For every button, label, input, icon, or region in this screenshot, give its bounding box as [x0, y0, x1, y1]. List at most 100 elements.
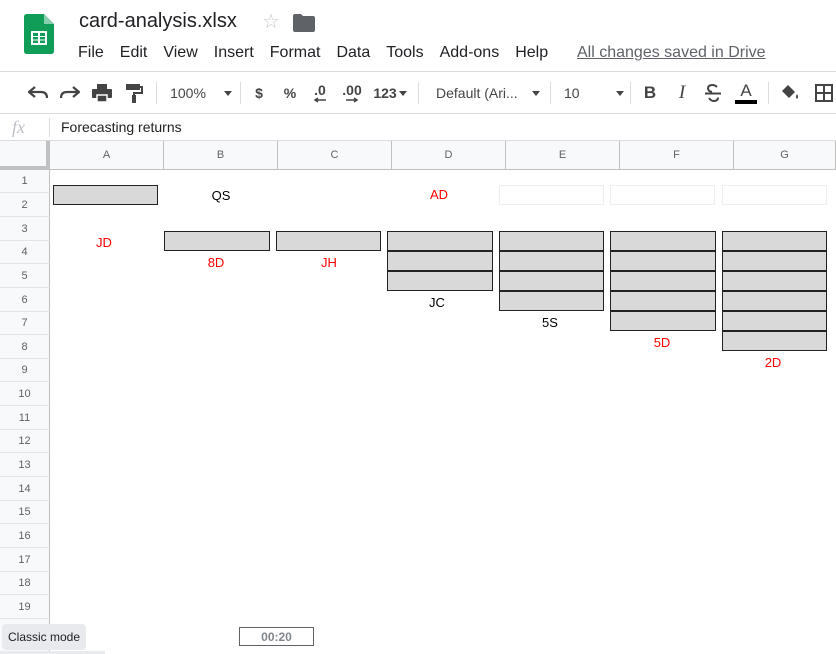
tableau-2-top-card[interactable]: 8D	[176, 255, 256, 270]
column-header-d[interactable]: D	[392, 141, 506, 170]
tableau-4-facedown-card[interactable]	[387, 231, 493, 251]
column-header-c[interactable]: C	[278, 141, 392, 170]
foundation-slot-4[interactable]	[722, 185, 827, 205]
row-header-19[interactable]: 19	[0, 595, 50, 619]
row-header-12[interactable]: 12	[0, 430, 50, 453]
tableau-5-facedown-card[interactable]	[499, 231, 604, 251]
tableau-7-top-card[interactable]: 2D	[733, 355, 813, 370]
tableau-7-facedown-card[interactable]	[722, 331, 827, 351]
foundation-slot-3[interactable]	[610, 185, 715, 205]
column-header-e[interactable]: E	[506, 141, 620, 170]
menu-data[interactable]: Data	[328, 42, 378, 64]
app-header: card-analysis.xlsx ☆ File Edit View Inse…	[0, 0, 836, 72]
row-header-5[interactable]: 5	[0, 264, 50, 288]
toolbar-separator	[768, 82, 769, 104]
sheets-logo-icon[interactable]	[24, 14, 54, 54]
undo-icon[interactable]	[26, 80, 50, 106]
row-header-6[interactable]: 6	[0, 288, 50, 312]
tableau-5-facedown-card[interactable]	[499, 251, 604, 271]
row-header-9[interactable]: 9	[0, 359, 50, 382]
tableau-7-facedown-card[interactable]	[722, 311, 827, 331]
bold-button[interactable]: B	[640, 80, 660, 106]
row-header-18[interactable]: 18	[0, 572, 50, 595]
menu-insert[interactable]: Insert	[206, 42, 262, 64]
row-header-1[interactable]: 1	[0, 170, 50, 193]
font-size-select[interactable]: 10	[560, 80, 624, 106]
currency-format-button[interactable]: $	[250, 80, 268, 106]
classic-mode-button[interactable]: Classic mode	[2, 624, 86, 650]
foundation-slot-2[interactable]	[499, 185, 604, 205]
row-header-2[interactable]: 2	[0, 193, 50, 217]
tableau-4-facedown-card[interactable]	[387, 271, 493, 291]
row-header-13[interactable]: 13	[0, 453, 50, 477]
text-color-button[interactable]: A	[734, 80, 758, 106]
tableau-7-facedown-card[interactable]	[722, 271, 827, 291]
foundation-card-1[interactable]: AD	[399, 187, 479, 202]
column-header-g[interactable]: G	[734, 141, 836, 170]
save-status-link[interactable]: All changes saved in Drive	[577, 43, 766, 63]
redo-icon[interactable]	[58, 80, 82, 106]
column-header-a[interactable]: A	[50, 141, 164, 170]
star-icon[interactable]: ☆	[262, 10, 280, 34]
arrow-right-icon	[346, 97, 359, 103]
menu-edit[interactable]: Edit	[112, 42, 156, 64]
more-formats-button[interactable]: 123	[370, 80, 410, 106]
print-icon[interactable]	[90, 80, 114, 106]
formula-input[interactable]: Forecasting returns	[61, 119, 182, 135]
font-family-select[interactable]: Default (Ari...	[430, 80, 540, 106]
menu-tools[interactable]: Tools	[378, 42, 431, 64]
row-header-15[interactable]: 15	[0, 501, 50, 524]
chevron-down-icon	[616, 90, 624, 96]
borders-icon[interactable]	[812, 80, 836, 106]
tableau-7-facedown-card[interactable]	[722, 291, 827, 311]
menu-view[interactable]: View	[155, 42, 205, 64]
fill-color-icon[interactable]	[778, 80, 802, 106]
tableau-6-facedown-card[interactable]	[610, 251, 716, 271]
tableau-5-top-card[interactable]: 5S	[510, 315, 590, 330]
waste-card[interactable]: QS	[181, 188, 261, 203]
tableau-6-top-card[interactable]: 5D	[622, 335, 702, 350]
tableau-6-facedown-card[interactable]	[610, 271, 716, 291]
column-header-f[interactable]: F	[620, 141, 734, 170]
menu-help[interactable]: Help	[507, 42, 556, 64]
paint-format-icon[interactable]	[122, 80, 146, 106]
row-header-14[interactable]: 14	[0, 477, 50, 501]
zoom-select[interactable]: 100%	[166, 80, 236, 106]
tableau-6-facedown-card[interactable]	[610, 231, 716, 251]
tableau-6-facedown-card[interactable]	[610, 291, 716, 311]
menu-addons[interactable]: Add-ons	[432, 42, 508, 64]
increase-decimal-label: .00	[342, 82, 362, 98]
tableau-7-facedown-card[interactable]	[722, 231, 827, 251]
percent-format-button[interactable]: %	[280, 80, 300, 106]
document-title[interactable]: card-analysis.xlsx	[79, 10, 237, 33]
tableau-2-facedown-card[interactable]	[164, 231, 270, 251]
tableau-3-facedown-card[interactable]	[276, 231, 381, 251]
spreadsheet-grid[interactable]: A B C D E F G 1 2 3 4 5 6 7 8 9 10 11 12…	[0, 141, 836, 654]
increase-decimal-button[interactable]: .00	[340, 80, 364, 106]
tableau-4-facedown-card[interactable]	[387, 251, 493, 271]
row-header-3[interactable]: 3	[0, 217, 50, 241]
select-all-corner[interactable]	[0, 141, 50, 170]
italic-button[interactable]: I	[672, 80, 692, 106]
row-header-8[interactable]: 8	[0, 335, 50, 359]
stock-pile[interactable]	[53, 185, 158, 205]
menu-format[interactable]: Format	[262, 42, 329, 64]
row-header-4[interactable]: 4	[0, 241, 50, 264]
row-header-7[interactable]: 7	[0, 312, 50, 335]
row-header-11[interactable]: 11	[0, 406, 50, 430]
row-header-10[interactable]: 10	[0, 382, 50, 406]
tableau-4-top-card[interactable]: JC	[397, 295, 477, 310]
tableau-3-top-card[interactable]: JH	[289, 255, 369, 270]
strikethrough-icon[interactable]	[702, 80, 724, 106]
menu-file[interactable]: File	[70, 42, 112, 64]
tableau-5-facedown-card[interactable]	[499, 291, 604, 311]
column-header-b[interactable]: B	[164, 141, 278, 170]
tableau-5-facedown-card[interactable]	[499, 271, 604, 291]
tableau-7-facedown-card[interactable]	[722, 251, 827, 271]
row-header-16[interactable]: 16	[0, 524, 50, 548]
tableau-1-top-card[interactable]: JD	[64, 235, 144, 250]
decrease-decimal-button[interactable]: .0	[308, 80, 332, 106]
folder-icon[interactable]	[293, 14, 315, 32]
tableau-6-facedown-card[interactable]	[610, 311, 716, 331]
row-header-17[interactable]: 17	[0, 548, 50, 572]
